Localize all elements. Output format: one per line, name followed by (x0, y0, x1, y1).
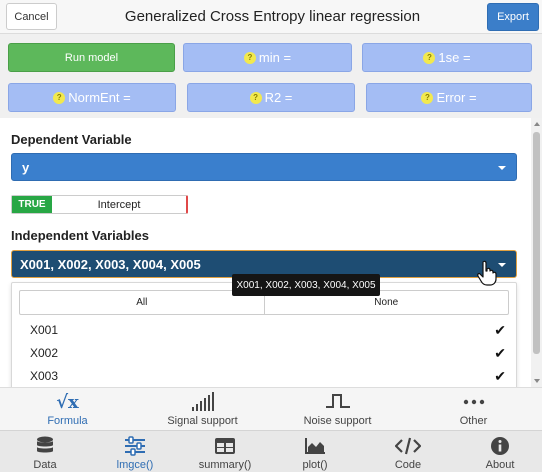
intercept-toggle[interactable]: TRUE Intercept (11, 195, 188, 214)
page-title: Generalized Cross Entropy linear regress… (124, 8, 421, 25)
caret-down-icon (498, 166, 506, 170)
settings-panel: Dependent Variable y TRUE Intercept Inde… (0, 118, 531, 387)
select-all-button[interactable]: All (20, 291, 264, 314)
option-label: X002 (30, 346, 59, 360)
1se-result-label: 1se = (438, 50, 471, 65)
dependent-variable-select[interactable]: y (11, 153, 517, 181)
scroll-thumb[interactable] (533, 132, 540, 354)
tab-label: Signal support (167, 415, 238, 427)
check-icon: ✔ (494, 367, 506, 384)
area-chart-icon (304, 435, 326, 457)
cancel-button[interactable]: Cancel (6, 3, 57, 30)
main-navbar: Data lmgce() summary() plot() Code About (0, 430, 542, 472)
tab-label: Data (33, 459, 57, 471)
check-icon: ✔ (494, 321, 506, 338)
intercept-state: TRUE (12, 196, 52, 213)
tab-formula[interactable]: √x Formula (0, 388, 135, 431)
info-icon (490, 435, 510, 457)
help-icon: ? (249, 91, 262, 104)
pulse-wave-icon (325, 391, 351, 413)
tab-code[interactable]: Code (363, 431, 453, 472)
tab-other[interactable]: Other (405, 388, 542, 431)
normEnt-result-label: NormEnt = (68, 90, 131, 105)
option-x002[interactable]: X002 ✔ (30, 342, 506, 364)
help-icon: ? (423, 51, 436, 64)
min-result-label: min = (258, 50, 292, 65)
tab-data[interactable]: Data (0, 431, 90, 472)
export-button[interactable]: Export (487, 3, 539, 31)
scroll-up-arrow-icon[interactable] (534, 122, 540, 126)
panel-scrollbar[interactable] (531, 118, 542, 387)
independent-variables-dropdown: All None X001 ✔ X002 ✔ X003 ✔ (11, 282, 517, 387)
tab-label: Other (459, 415, 488, 427)
r2-result-label: R2 = (264, 90, 293, 105)
model-options-tabbar: √x Formula Signal support Noise support (0, 387, 542, 430)
option-x003[interactable]: X003 ✔ (30, 365, 506, 387)
check-icon: ✔ (494, 344, 506, 361)
run-model-label: Run model (64, 51, 119, 64)
hand-cursor-icon (477, 260, 497, 286)
caret-down-icon (498, 263, 506, 267)
tab-label: Code (394, 459, 422, 471)
ellipsis-icon (463, 391, 485, 413)
independent-variables-value: X001, X002, X003, X004, X005 (20, 256, 201, 272)
tab-about[interactable]: About (455, 431, 542, 472)
error-result-label: Error = (436, 90, 477, 105)
intercept-label: Intercept (97, 198, 141, 211)
dependent-variable-value: y (22, 159, 30, 175)
scroll-down-arrow-icon[interactable] (534, 379, 540, 383)
tab-signal-support[interactable]: Signal support (135, 388, 270, 431)
tab-summary[interactable]: summary() (180, 431, 270, 472)
option-label: X001 (30, 323, 59, 337)
sliders-icon (124, 435, 146, 457)
tab-label: summary() (198, 459, 252, 471)
table-icon (214, 435, 236, 457)
tab-label: About (485, 459, 515, 471)
signal-bars-icon (191, 391, 215, 413)
independent-variables-label: Independent Variables (11, 228, 149, 243)
tab-label: Formula (47, 415, 88, 427)
normEnt-result-button[interactable]: ? NormEnt = (8, 83, 176, 112)
database-icon (36, 435, 54, 457)
help-icon: ? (53, 91, 66, 104)
formula-icon: √x (56, 391, 79, 413)
error-result-button[interactable]: ? Error = (366, 83, 532, 112)
selection-tooltip: X001, X002, X003, X004, X005 (232, 274, 380, 296)
tab-label: Noise support (303, 415, 372, 427)
option-label: X003 (30, 369, 59, 383)
help-icon: ? (243, 51, 256, 64)
run-model-button[interactable]: Run model (8, 43, 175, 72)
app-header: Cancel Generalized Cross Entropy linear … (0, 0, 542, 34)
1se-result-button[interactable]: ? 1se = (362, 43, 532, 72)
code-icon (395, 435, 421, 457)
tab-lmgce[interactable]: lmgce() (90, 431, 180, 472)
min-result-button[interactable]: ? min = (183, 43, 352, 72)
dependent-variable-label: Dependent Variable (11, 132, 132, 147)
tab-plot[interactable]: plot() (270, 431, 360, 472)
option-x001[interactable]: X001 ✔ (30, 319, 506, 341)
tab-label: plot() (302, 459, 328, 471)
tab-label: lmgce() (116, 459, 154, 471)
tab-noise-support[interactable]: Noise support (270, 388, 405, 431)
help-icon: ? (421, 91, 434, 104)
r2-result-button[interactable]: ? R2 = (187, 83, 355, 112)
